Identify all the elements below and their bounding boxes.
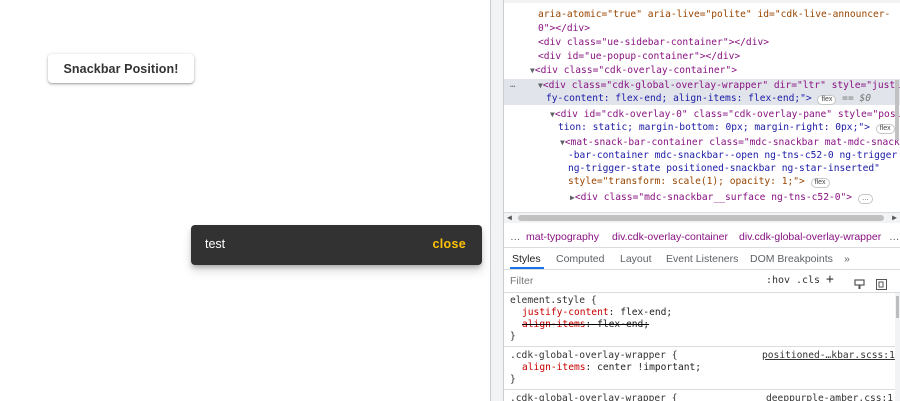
dom-line[interactable]: aria-atomic="true" aria-live="polite" id… (538, 8, 890, 21)
property-value[interactable]: flex-end; (620, 307, 672, 318)
dom-line-text: ng-trigger-state positioned-snackbar ng-… (568, 163, 880, 174)
elements-tree: aria-atomic="true" aria-live="polite" id… (504, 0, 900, 213)
property-value[interactable]: center !important; (597, 362, 701, 373)
styles-filter-bar: :hov .cls + (504, 270, 900, 293)
dom-line[interactable]: ▼<div id="cdk-overlay-0" class="cdk-over… (550, 108, 900, 121)
dom-line-text: 0"></div> (538, 23, 590, 34)
dom-line[interactable]: <div id="ue-popup-container"></div> (538, 50, 740, 63)
property-name[interactable]: justify-content (522, 307, 609, 318)
property-name[interactable]: align-items (522, 319, 586, 330)
dom-line[interactable]: 0"></div> (538, 22, 590, 35)
dom-line-text: <div id="cdk-overlay-0" class="cdk-overl… (554, 109, 900, 120)
snackbar-close-button[interactable]: close (433, 237, 466, 251)
flex-badge[interactable]: flex (810, 178, 830, 188)
computed-styles-icon[interactable] (854, 275, 865, 294)
more-dots-icon[interactable]: … (510, 79, 515, 92)
toggle-sidebar-icon[interactable] (876, 275, 887, 294)
rule-close-brace: } (510, 374, 516, 385)
elements-top-strip (504, 0, 900, 3)
dom-line[interactable]: ▼<mat-snack-bar-container class="mdc-sna… (560, 136, 900, 149)
selector-text: .cdk-global-overlay-wrapper { (510, 393, 678, 401)
style-rule-selector[interactable]: .cdk-global-overlay-wrapper { (510, 350, 678, 362)
tab-computed[interactable]: Computed (556, 253, 604, 265)
breadcrumb-overflow[interactable]: … (510, 231, 521, 243)
dom-line[interactable]: style="transform: scale(1); opacity: 1;"… (568, 175, 830, 188)
styles-vertical-scrollbar[interactable] (895, 293, 900, 401)
hover-state-toggle[interactable]: :hov (766, 275, 790, 286)
elements-vertical-scrollbar[interactable] (894, 0, 900, 213)
dom-line-text: <div class="ue-sidebar-container"></div> (538, 37, 770, 48)
more-tabs-icon[interactable]: » (844, 253, 850, 265)
dom-line-text: tion: static; margin-bottom: 0px; margin… (558, 122, 870, 133)
dom-line-text: <div class="cdk-overlay-container"> (534, 65, 737, 76)
tab-event-listeners[interactable]: Event Listeners (666, 253, 738, 265)
dom-line-selected[interactable]: fy-content: flex-end; align-items: flex-… (504, 92, 900, 105)
flex-badge[interactable]: flex (817, 95, 837, 105)
elements-scroll-thumb[interactable] (895, 80, 899, 140)
dom-line-text: <div class="cdk-global-overlay-wrapper" … (542, 80, 900, 91)
dom-line[interactable]: tion: static; margin-bottom: 0px; margin… (558, 121, 895, 134)
snackbar-message: test (205, 237, 226, 251)
ellipsis-badge[interactable]: … (857, 194, 873, 204)
rule-divider (504, 346, 900, 347)
flex-badge[interactable]: flex (875, 124, 895, 134)
dom-line-text: fy-content: flex-end; align-items: flex-… (546, 93, 812, 104)
devtools-panel: aria-atomic="true" aria-live="polite" id… (504, 0, 900, 401)
class-toggle[interactable]: .cls (796, 275, 820, 286)
source-link-text[interactable]: deeppurple-amber.css:1 (766, 393, 893, 401)
app-viewport: Snackbar Position! test close (0, 0, 490, 401)
dom-line-text: <mat-snack-bar-container class="mdc-snac… (564, 137, 900, 148)
selected-marker: == $0 (842, 93, 872, 104)
style-rule-selector[interactable]: .cdk-global-overlay-wrapper { (510, 393, 678, 401)
dom-line[interactable]: ▼<div class="cdk-overlay-container"> (530, 64, 737, 77)
dom-line-text: <div class="mdc-snackbar__surface ng-tns… (574, 192, 853, 203)
dom-line-text: aria-atomic="true" aria-live="polite" id… (538, 9, 891, 20)
breadcrumb: … mat-typography div.cdk-overlay-contain… (504, 224, 900, 248)
selector-text: .cdk-global-overlay-wrapper { (510, 350, 678, 361)
tab-styles[interactable]: Styles (512, 253, 541, 265)
styles-pane: element.style { justify-content: flex-en… (504, 293, 900, 401)
style-declaration[interactable]: align-items: center !important; (522, 362, 701, 374)
new-style-rule-icon[interactable]: + (826, 272, 834, 287)
snackbar: test close (191, 225, 482, 265)
breadcrumb-item[interactable]: div.cdk-overlay-container (612, 231, 728, 243)
rule-close-brace: } (510, 331, 516, 342)
dom-line-text: <div id="ue-popup-container"></div> (538, 51, 741, 62)
rule-source-link[interactable]: deeppurple-amber.css:1 (766, 393, 893, 401)
tab-dom-breakpoints[interactable]: DOM Breakpoints (750, 253, 833, 265)
tab-layout[interactable]: Layout (620, 253, 652, 265)
dom-line[interactable]: <div class="ue-sidebar-container"></div> (538, 36, 769, 49)
breadcrumb-overflow[interactable]: … (889, 231, 900, 243)
elements-horizontal-scrollbar[interactable]: ◀ ▶ (504, 212, 900, 223)
horizontal-scroll-thumb[interactable] (518, 215, 884, 221)
source-link-text[interactable]: positioned-…kbar.scss:1 (762, 350, 895, 361)
scroll-left-icon[interactable]: ◀ (507, 213, 512, 222)
active-tab-indicator (510, 267, 544, 269)
property-value[interactable]: flex-end; (597, 319, 649, 330)
selector-text: element.style { (510, 295, 597, 306)
dom-line[interactable]: ng-trigger-state positioned-snackbar ng-… (568, 162, 880, 175)
dom-line-text: style="transform: scale(1); opacity: 1;"… (568, 176, 805, 187)
dom-line[interactable]: ▶<div class="mdc-snackbar__surface ng-tn… (570, 191, 873, 204)
styles-tabbar: Styles Computed Layout Event Listeners D… (504, 248, 900, 270)
devtools-splitter[interactable] (490, 0, 504, 401)
property-name[interactable]: align-items (522, 362, 586, 373)
dom-line-selected[interactable]: … ▼<div class="cdk-global-overlay-wrappe… (504, 79, 900, 92)
scroll-right-icon[interactable]: ▶ (892, 213, 897, 222)
styles-filter-input[interactable] (510, 274, 720, 288)
dom-line-text: -bar-container mdc-snackbar--open ng-tns… (568, 150, 898, 161)
style-declaration-overridden[interactable]: align-items: flex-end; (522, 319, 649, 331)
dom-line[interactable]: -bar-container mdc-snackbar--open ng-tns… (568, 149, 897, 162)
breadcrumb-item[interactable]: mat-typography (526, 231, 599, 243)
snackbar-position-button[interactable]: Snackbar Position! (48, 54, 194, 83)
rule-divider (504, 389, 900, 390)
rule-source-link[interactable]: positioned-…kbar.scss:1 (762, 350, 895, 362)
style-declaration[interactable]: justify-content: flex-end; (522, 307, 672, 319)
style-rule-selector[interactable]: element.style { (510, 295, 597, 307)
styles-scroll-thumb[interactable] (896, 296, 899, 318)
breadcrumb-item-active[interactable]: div.cdk-global-overlay-wrapper (739, 231, 881, 243)
